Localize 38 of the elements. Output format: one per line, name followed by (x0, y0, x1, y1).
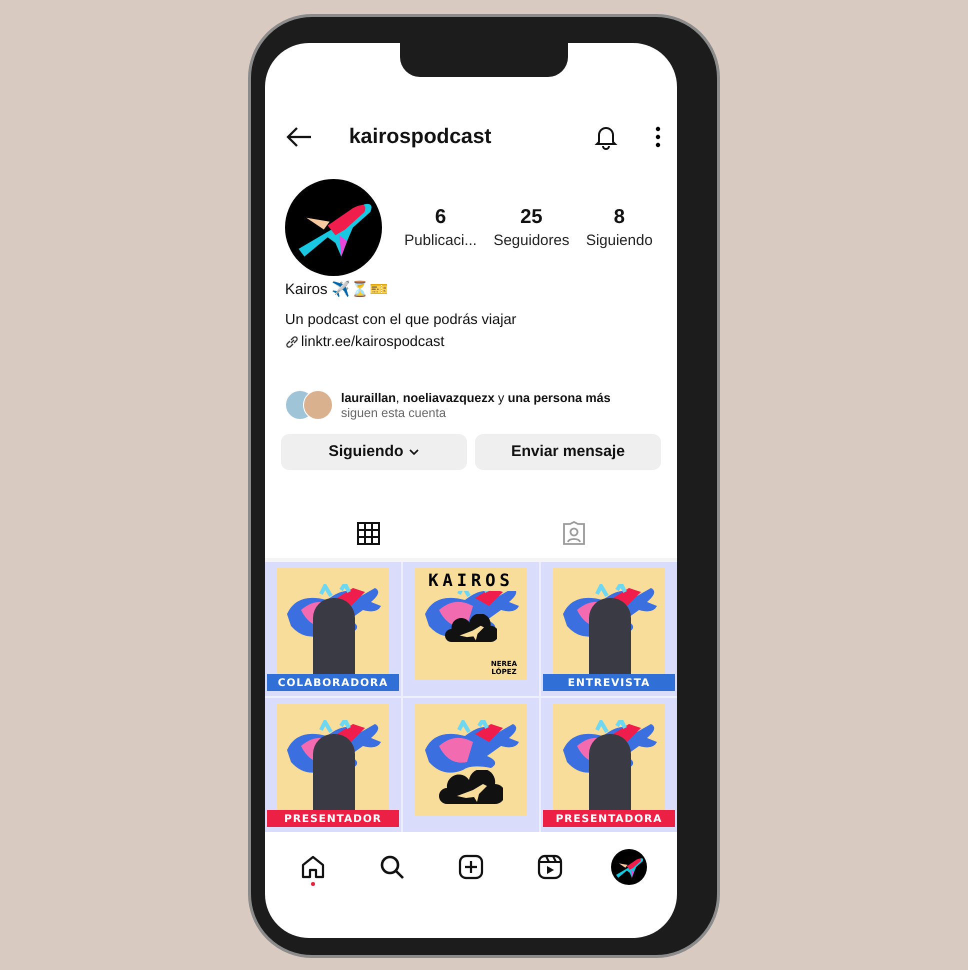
reels-icon[interactable] (537, 854, 564, 880)
post-thumbnail[interactable]: PRESENTADOR (265, 698, 401, 832)
stat-label[interactable]: Seguidores (493, 232, 570, 249)
post-banner-label: ENTREVISTA (543, 674, 675, 691)
profile-name: Kairos ✈⏳🎫 (285, 280, 389, 298)
profile-bio: Un podcast con el que podrás viajar (285, 312, 516, 328)
back-arrow-icon[interactable] (285, 126, 313, 148)
profile-avatar[interactable] (611, 849, 648, 885)
bell-icon[interactable] (593, 124, 619, 150)
stat-value: 6 (435, 206, 446, 229)
post-banner-label: PRESENTADORA (543, 810, 675, 827)
stat-value: 25 (520, 206, 543, 229)
stat-label[interactable]: Publicaci... (404, 232, 477, 249)
link-icon (285, 335, 299, 349)
profile-action-button[interactable]: Siguiendo (281, 434, 467, 470)
followed-by-text: lauraillan, noeliavazquezx y una persona más (341, 390, 611, 406)
follower-avatars (285, 390, 333, 420)
cloud-plane-logo-icon (439, 770, 503, 806)
profile-username: kairospodcast (349, 125, 492, 149)
post-banner-label: PRESENTADOR (267, 810, 399, 827)
post-thumbnail[interactable] (403, 698, 539, 832)
profile-link[interactable]: linktr.ee/kairospodcast (301, 334, 444, 350)
post-thumbnail[interactable]: COLABORADORA (265, 562, 401, 696)
stat-value: 8 (614, 206, 625, 229)
search-icon[interactable] (378, 854, 405, 880)
post-thumbnail[interactable]: PRESENTADORA (541, 698, 677, 832)
post-thumbnail[interactable]: ENTREVISTA (541, 562, 677, 696)
followed-by-note: siguen esta cuenta (341, 406, 447, 420)
home-icon[interactable] (300, 854, 326, 880)
profile-avatar[interactable] (285, 179, 382, 276)
add-post-icon[interactable] (458, 854, 484, 880)
profile-action-button[interactable]: Enviar mensaje (475, 434, 661, 470)
more-options-icon[interactable] (655, 126, 661, 148)
grid-icon (356, 522, 380, 544)
stat-label[interactable]: Siguiendo (586, 232, 653, 249)
cloud-plane-logo-icon (445, 614, 497, 644)
post-banner-label: COLABORADORA (267, 674, 399, 691)
tagged-person-icon (561, 520, 587, 546)
